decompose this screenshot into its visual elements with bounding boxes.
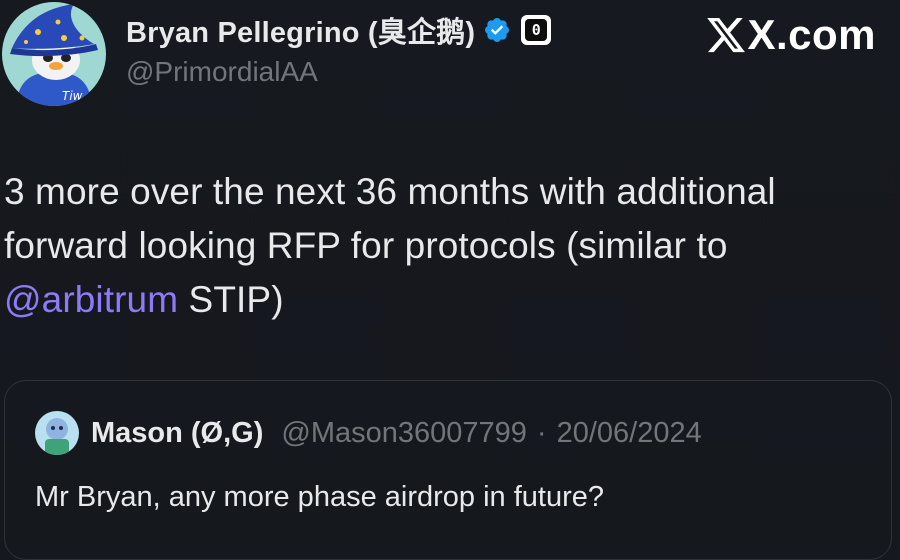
- mention-link[interactable]: @arbitrum: [4, 279, 178, 320]
- svg-text:Tiw: Tiw: [62, 89, 83, 103]
- tweet-text-part-1: 3 more over the next 36 months with addi…: [4, 171, 776, 266]
- quote-separator: ·: [536, 416, 547, 449]
- author-name-row: Bryan Pellegrino (臭企鹅) 0: [126, 9, 552, 51]
- quote-author-avatar[interactable]: [35, 411, 79, 455]
- x-logo-icon: [705, 14, 747, 56]
- quote-date[interactable]: 20/06/2024: [557, 417, 702, 450]
- author-handle[interactable]: @PrimordialAA: [126, 56, 318, 88]
- tweet-text: 3 more over the next 36 months with addi…: [4, 165, 894, 327]
- author-avatar[interactable]: Tiw: [2, 2, 106, 106]
- mason-avatar-icon: [35, 411, 79, 455]
- affiliate-badge[interactable]: 0: [521, 15, 552, 45]
- quoted-tweet[interactable]: Mason (Ø,G) @Mason36007799 · 20/06/2024 …: [4, 380, 892, 560]
- tweet-text-part-2: STIP): [178, 279, 284, 320]
- brand-text: X.com: [747, 11, 876, 58]
- brand-watermark: X.com: [705, 14, 876, 56]
- quote-text: Mr Bryan, any more phase airdrop in futu…: [35, 481, 604, 513]
- tweet-card: Tiw Bryan Pellegrino (臭企鹅) 0 @Primordial…: [0, 0, 900, 560]
- affiliate-badge-label: 0: [525, 19, 548, 41]
- quote-author-name[interactable]: Mason (Ø,G): [91, 417, 263, 450]
- author-name[interactable]: Bryan Pellegrino (臭企鹅): [126, 9, 475, 51]
- verified-badge-icon: [483, 16, 511, 44]
- wizard-penguin-avatar-icon: Tiw: [2, 2, 106, 106]
- quote-author-handle[interactable]: @Mason36007799: [281, 417, 527, 450]
- quote-header: Mason (Ø,G) @Mason36007799 · 20/06/2024: [35, 411, 702, 455]
